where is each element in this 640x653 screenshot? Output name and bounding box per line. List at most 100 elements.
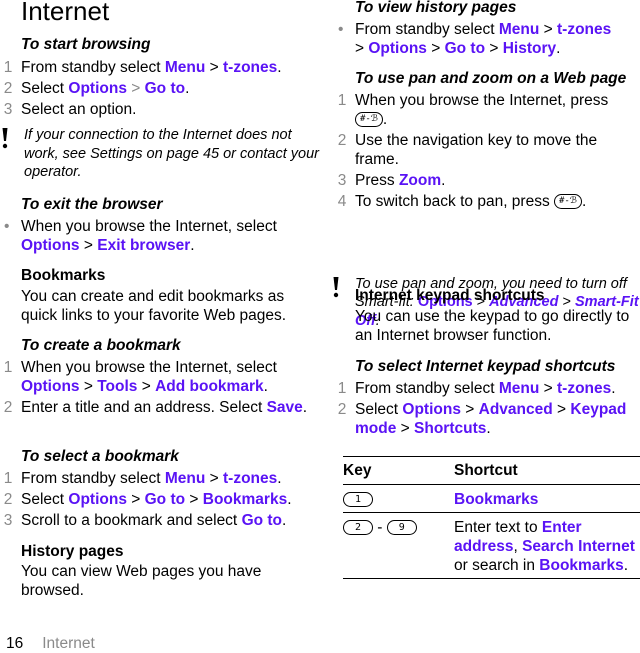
step: 4 To switch back to pan, press #-ℬ. (334, 192, 634, 211)
procedure-title: To create a bookmark (21, 337, 181, 354)
step-text: When you browse the Internet, select (21, 218, 277, 235)
step-text: When you browse the Internet, press (355, 92, 609, 109)
step-number: 1 (337, 380, 347, 397)
separator: > (185, 491, 203, 508)
go-to-link[interactable]: Go to (145, 491, 185, 508)
step: 1 When you browse the Internet, select O… (0, 358, 313, 396)
step-text: Use the navigation key to move the frame… (355, 132, 598, 168)
shortcut-cell: Bookmarks (454, 484, 640, 513)
step-number: 2 (3, 491, 13, 508)
step: 2 Enter a title and an address. Select S… (0, 398, 313, 417)
options-link[interactable]: Options (368, 40, 427, 57)
procedure-title: To use pan and zoom on a Web page (355, 70, 627, 87)
t-zones-link[interactable]: t-zones (557, 380, 611, 397)
exclamation-icon (333, 276, 339, 297)
procedure-title: To start browsing (21, 36, 151, 53)
search-internet-link[interactable]: Search Internet (522, 538, 635, 555)
bookmarks-link[interactable]: Bookmarks (203, 491, 287, 508)
section-body: You can create and edit bookmarks as qui… (21, 288, 287, 324)
menu-link[interactable]: Menu (165, 59, 205, 76)
options-link[interactable]: Options (21, 237, 80, 254)
bookmarks-link[interactable]: Bookmarks (454, 491, 538, 508)
table-row: 1 Bookmarks (343, 484, 640, 513)
shortcuts-link[interactable]: Shortcuts (414, 420, 486, 437)
menu-link[interactable]: Menu (499, 380, 539, 397)
go-to-link[interactable]: Go to (145, 80, 185, 97)
steps-start-browsing: 1 From standby select Menu > t-zones. 2 … (0, 56, 316, 119)
punctuation: . (581, 193, 587, 210)
steps-select-keypad: 1 From standby select Menu > t-zones. 2 … (334, 377, 640, 438)
bullet-icon: • (4, 218, 10, 235)
punctuation: . (382, 111, 388, 128)
page-number: 16 (6, 635, 24, 652)
step-number: 1 (3, 59, 13, 76)
options-link[interactable]: Options (68, 80, 127, 97)
separator: > (355, 40, 369, 57)
separator: > (126, 491, 145, 508)
section-start-browsing: To start browsing (21, 35, 316, 54)
punctuation: . (441, 172, 446, 189)
section-view-history: To view history pages (355, 0, 640, 17)
section-heading: Internet keypad shortcuts (355, 287, 545, 304)
bullet-item: • When you browse the Internet, select O… (0, 217, 316, 255)
step-text: Select (21, 80, 69, 97)
step-text: From standby select (21, 470, 165, 487)
t-zones-link[interactable]: t-zones (557, 21, 611, 38)
go-to-link[interactable]: Go to (445, 40, 485, 57)
note-text: If your connection to the Internet does … (24, 127, 320, 180)
separator: , (513, 538, 523, 555)
punctuation: . (623, 557, 629, 574)
steps-view-history: • From standby select Menu > t-zones > O… (334, 18, 640, 58)
step: 2 Select Options > Go to. (0, 79, 316, 98)
add-bookmark-link[interactable]: Add bookmark (155, 378, 264, 395)
punctuation: . (556, 40, 561, 57)
range-dash: - (373, 519, 387, 536)
tools-link[interactable]: Tools (97, 378, 137, 395)
step-text: From standby select (355, 21, 499, 38)
save-link[interactable]: Save (267, 399, 303, 416)
separator: > (126, 80, 145, 97)
key-1-icon: 1 (343, 492, 373, 508)
menu-link[interactable]: Menu (165, 470, 205, 487)
steps-exit-browser: • When you browse the Internet, select O… (0, 215, 316, 255)
step: 3 Select an option. (0, 100, 316, 119)
separator: > (485, 40, 503, 57)
footer-section-label: Internet (42, 635, 95, 652)
history-link[interactable]: History (503, 40, 556, 57)
separator: > (396, 420, 415, 437)
bookmarks-link[interactable]: Bookmarks (539, 557, 623, 574)
step-number: 1 (337, 92, 347, 109)
step-text: Select (355, 401, 403, 418)
zoom-link[interactable]: Zoom (399, 172, 441, 189)
go-to-link[interactable]: Go to (242, 512, 282, 529)
advanced-link[interactable]: Advanced (479, 401, 553, 418)
section-keypad-shortcuts: Internet keypad shortcuts You can use th… (355, 286, 640, 345)
step-text: From standby select (21, 59, 165, 76)
menu-link[interactable]: Menu (499, 21, 539, 38)
step-text: Select (21, 491, 69, 508)
key-cell: 1 (343, 484, 454, 513)
step: 1 When you browse the Internet, press #-… (334, 91, 634, 129)
punctuation: . (277, 470, 282, 487)
t-zones-link[interactable]: t-zones (223, 470, 277, 487)
shortcuts-table: Key Shortcut 1 Bookmarks 2 - 9 Enter tex… (343, 456, 640, 579)
step-text: Enter a title and an address. Select (21, 399, 267, 416)
options-link[interactable]: Options (68, 491, 127, 508)
options-link[interactable]: Options (21, 378, 80, 395)
options-link[interactable]: Options (402, 401, 461, 418)
punctuation: . (302, 399, 308, 416)
separator: > (79, 237, 98, 254)
step-number: 3 (337, 172, 347, 189)
step-text: From standby select (355, 380, 499, 397)
procedure-title: To exit the browser (21, 196, 163, 213)
step: 3 Scroll to a bookmark and select Go to. (0, 511, 320, 530)
page-footer: 16 Internet (6, 634, 95, 653)
hash-key-icon: #-ℬ (554, 194, 582, 210)
section-pan-zoom: To use pan and zoom on a Web page (355, 69, 640, 88)
separator: > (426, 40, 445, 57)
shortcut-text: Enter text to (454, 519, 542, 536)
t-zones-link[interactable]: t-zones (223, 59, 277, 76)
exit-browser-link[interactable]: Exit browser (97, 237, 190, 254)
key-2-icon: 2 (343, 520, 373, 536)
step-number: 2 (337, 401, 347, 418)
